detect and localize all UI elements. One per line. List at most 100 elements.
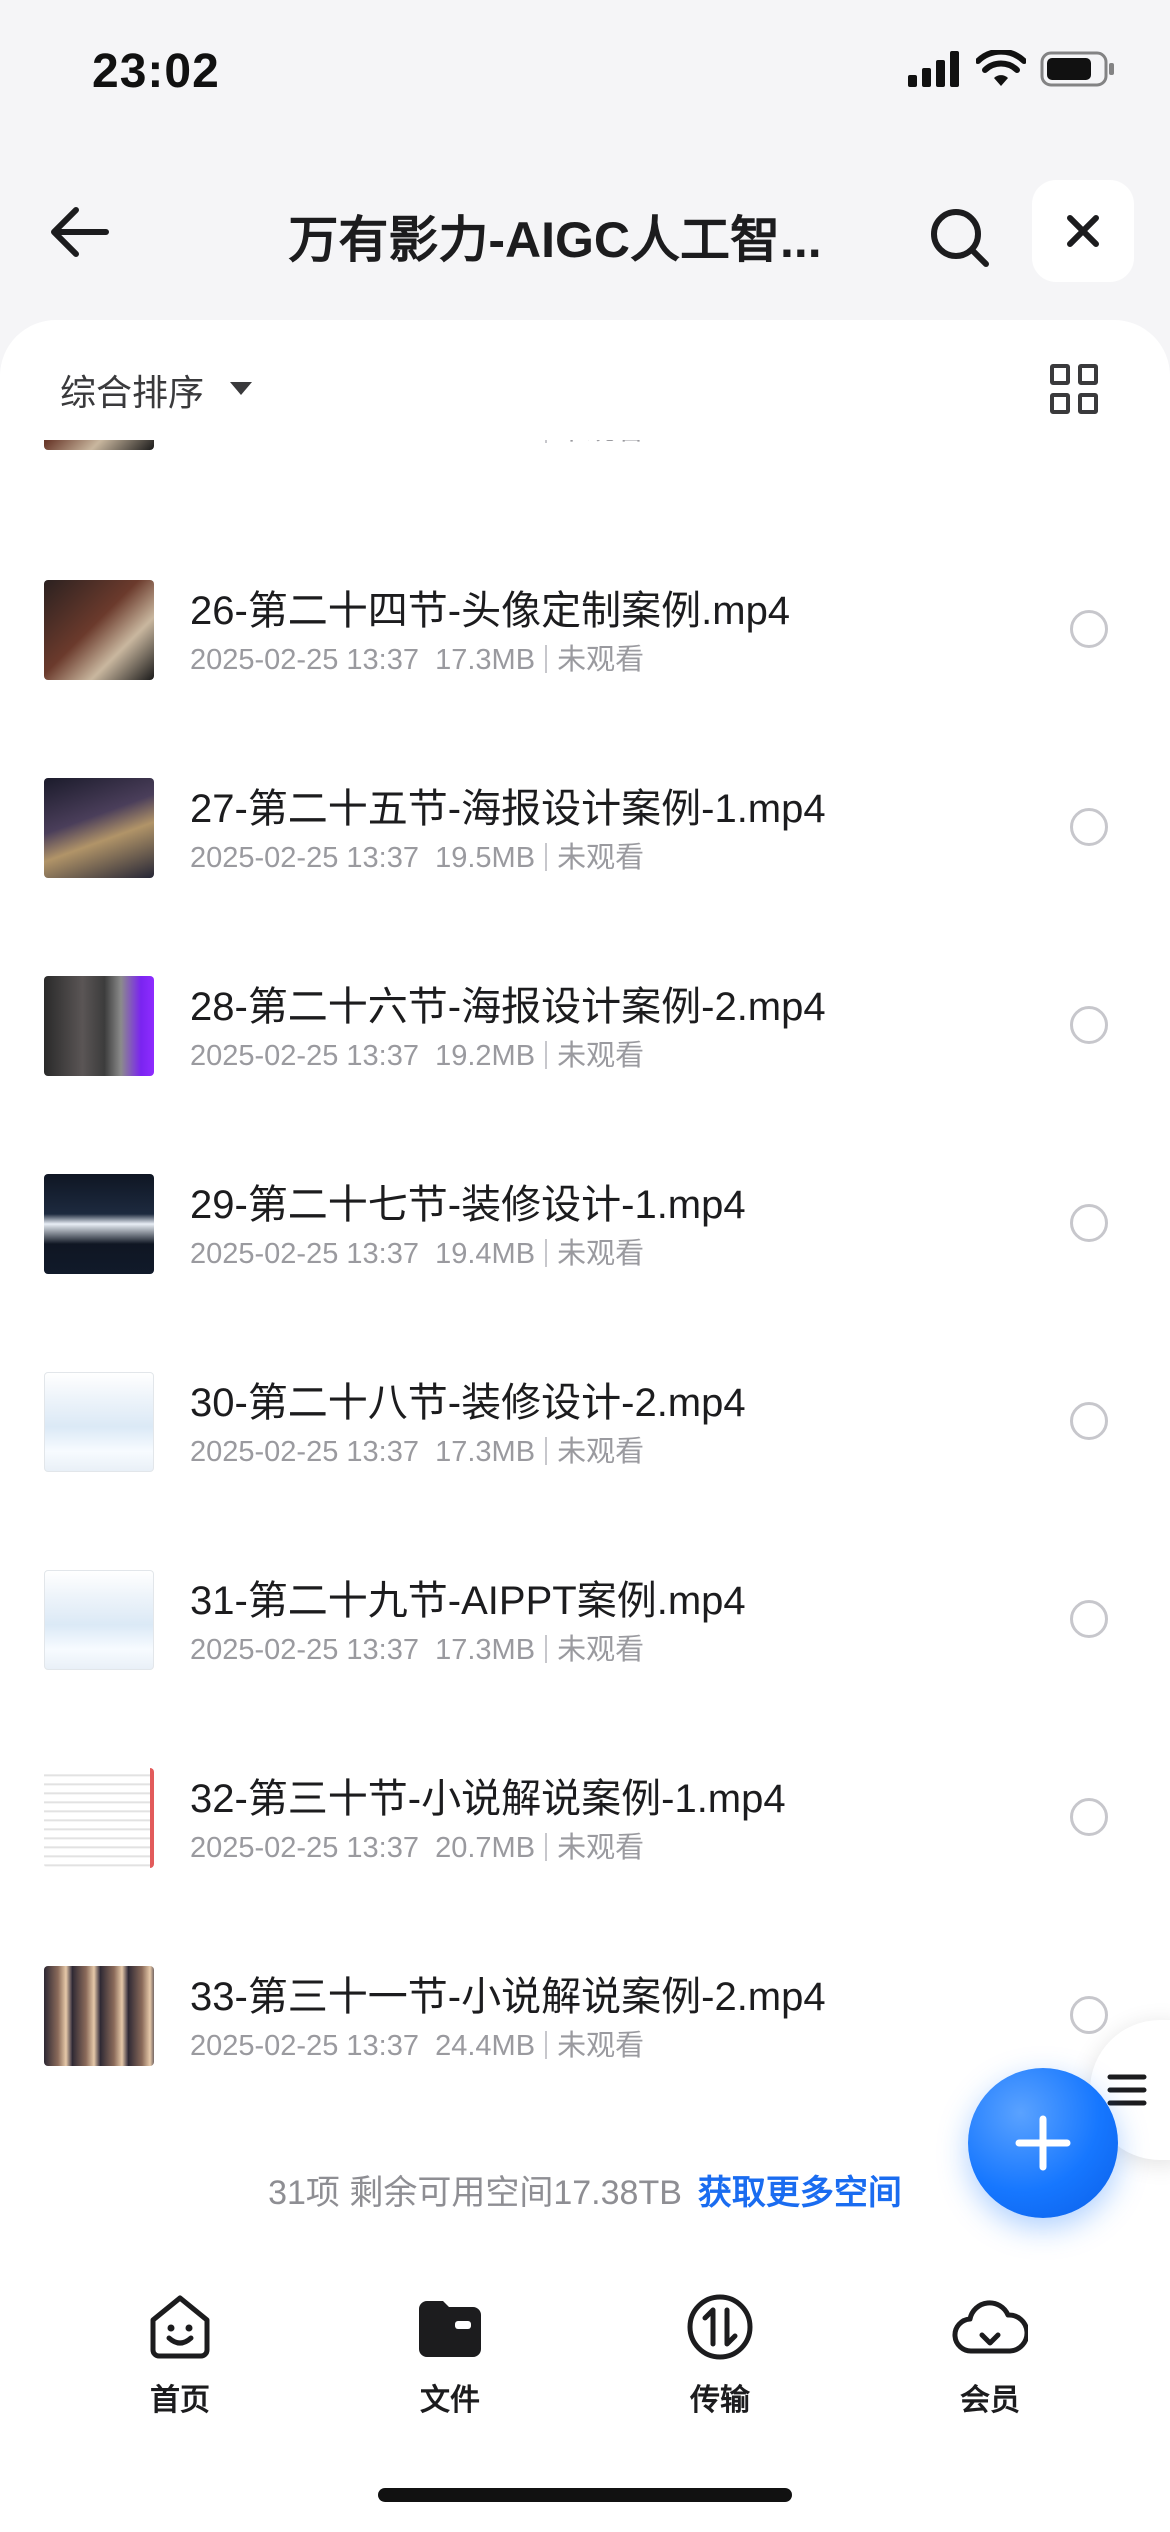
select-checkbox[interactable] xyxy=(1070,1798,1108,1836)
grid-view-icon[interactable] xyxy=(1050,364,1100,414)
status-bar: 23:02 xyxy=(0,0,1170,150)
back-button[interactable] xyxy=(44,196,116,268)
select-checkbox[interactable] xyxy=(1070,1006,1108,1044)
tab-membership[interactable]: 会员 xyxy=(890,2287,1090,2419)
select-checkbox[interactable] xyxy=(1070,808,1108,846)
back-arrow-icon xyxy=(51,207,109,257)
list-item[interactable]: 32-第三十节-小说解说案例-1.mp4 2025-02-25 13:37 20… xyxy=(0,1708,1170,1906)
video-thumbnail xyxy=(44,976,154,1076)
menu-lines-icon xyxy=(1107,2074,1147,2106)
tab-home[interactable]: 首页 xyxy=(80,2287,280,2419)
tab-label: 会员 xyxy=(960,2384,1020,2417)
tab-label: 文件 xyxy=(420,2384,480,2417)
list-item[interactable]: 27-第二十五节-海报设计案例-1.mp4 2025-02-25 13:37 1… xyxy=(0,718,1170,916)
get-more-space-link[interactable]: 获取更多空间 xyxy=(698,2174,902,2212)
folder-icon xyxy=(419,2301,481,2357)
file-date: 2025-02-25 13:37 xyxy=(190,1238,419,1270)
file-meta: 2025-02-25 13:37 19.2MB 未观看 xyxy=(190,1032,644,1074)
tab-label: 首页 xyxy=(150,2384,210,2417)
file-name: 33-第三十一节-小说解说案例-2.mp4 xyxy=(190,1975,826,2019)
video-thumbnail xyxy=(44,1174,154,1274)
search-icon xyxy=(931,209,989,267)
file-size: 17.3MB xyxy=(435,644,536,676)
file-name: 29-第二十七节-装修设计-1.mp4 xyxy=(190,1183,746,1227)
video-thumbnail xyxy=(44,1570,154,1670)
file-meta: 2025-02-25 13:37 17.3MB 未观看 xyxy=(190,1428,644,1470)
sort-bar: 综合排序 xyxy=(0,320,1170,440)
file-name: 27-第二十五节-海报设计案例-1.mp4 xyxy=(190,787,826,831)
file-name: 32-第三十节-小说解说案例-1.mp4 xyxy=(190,1777,786,1821)
select-checkbox[interactable] xyxy=(1070,1204,1108,1242)
file-meta: 2025-02-25 13:37 17.3MB 未观看 xyxy=(190,1626,644,1668)
status-icons xyxy=(908,50,1116,88)
cellular-signal-icon xyxy=(908,51,959,87)
file-meta: 2025-02-25 13:37 24.4MB 未观看 xyxy=(190,2022,644,2064)
file-name: 26-第二十四节-头像定制案例.mp4 xyxy=(190,589,791,633)
file-size: 19.2MB xyxy=(435,1040,536,1072)
video-thumbnail xyxy=(44,1372,154,1472)
watch-status: 未观看 xyxy=(557,842,645,874)
watch-status: 未观看 xyxy=(557,1238,645,1270)
file-meta: 2025-02-25 13:37 19.5MB 未观看 xyxy=(190,834,644,876)
select-checkbox[interactable] xyxy=(1070,1402,1108,1440)
add-button[interactable] xyxy=(968,2068,1118,2218)
video-thumbnail xyxy=(44,1966,154,2066)
tab-label: 传输 xyxy=(690,2384,750,2417)
file-name: 31-第二十九节-AIPPT案例.mp4 xyxy=(190,1579,746,1623)
status-time: 23:02 xyxy=(92,45,220,98)
list-item[interactable]: 33-第三十一节-小说解说案例-2.mp4 2025-02-25 13:37 2… xyxy=(0,1906,1170,2104)
chevron-down-icon[interactable] xyxy=(230,382,252,395)
file-size: 20.7MB xyxy=(435,1832,536,1864)
video-thumbnail xyxy=(44,580,154,680)
file-date: 2025-02-25 13:37 xyxy=(190,1634,419,1666)
search-button[interactable] xyxy=(920,198,1000,278)
home-face-icon xyxy=(150,2295,210,2359)
home-indicator[interactable] xyxy=(378,2488,792,2502)
close-icon xyxy=(1067,215,1099,247)
transfer-icon xyxy=(687,2294,753,2360)
file-date: 2025-02-25 13:37 xyxy=(190,644,419,676)
file-size: 17.3MB xyxy=(435,1634,536,1666)
watch-status: 未观看 xyxy=(557,1436,645,1468)
close-button[interactable] xyxy=(1032,180,1134,282)
page-title: 万有影力-AIGC人工智... xyxy=(288,212,822,268)
video-thumbnail xyxy=(44,1768,154,1868)
plus-icon xyxy=(1015,2115,1071,2171)
video-thumbnail xyxy=(44,778,154,878)
file-name: 30-第二十八节-装修设计-2.mp4 xyxy=(190,1381,746,1425)
watch-status: 未观看 xyxy=(557,1040,645,1072)
file-size: 19.5MB xyxy=(435,842,536,874)
watch-status: 未观看 xyxy=(557,1832,645,1864)
file-date: 2025-02-25 13:37 xyxy=(190,1832,419,1864)
battery-icon xyxy=(1040,51,1114,87)
file-meta: 2025-02-25 13:37 19.4MB 未观看 xyxy=(190,1230,644,1272)
select-checkbox[interactable] xyxy=(1070,1996,1108,2034)
list-item[interactable]: 26-第二十四节-头像定制案例.mp4 2025-02-25 13:37 17.… xyxy=(0,520,1170,718)
file-meta: 2025-02-25 13:37 17.3MB 未观看 xyxy=(190,636,644,678)
file-date: 2025-02-25 13:37 xyxy=(190,1040,419,1072)
storage-text: 31项 剩余可用空间17.38TB xyxy=(268,2174,682,2212)
file-size: 17.3MB xyxy=(435,1436,536,1468)
tab-files[interactable]: 文件 xyxy=(350,2287,550,2419)
watch-status: 未观看 xyxy=(557,2030,645,2062)
file-date: 2025-02-25 13:37 xyxy=(190,1436,419,1468)
file-date: 2025-02-25 13:37 xyxy=(190,842,419,874)
list-item[interactable]: 31-第二十九节-AIPPT案例.mp4 2025-02-25 13:37 17… xyxy=(0,1510,1170,1708)
file-name: 28-第二十六节-海报设计案例-2.mp4 xyxy=(190,985,826,1029)
file-size: 24.4MB xyxy=(435,2030,536,2062)
list-item[interactable]: 29-第二十七节-装修设计-1.mp4 2025-02-25 13:37 19.… xyxy=(0,1114,1170,1312)
file-meta: 2025-02-25 13:37 20.7MB 未观看 xyxy=(190,1824,644,1866)
cloud-icon xyxy=(952,2300,1028,2354)
file-size: 19.4MB xyxy=(435,1238,536,1270)
watch-status: 未观看 xyxy=(557,1634,645,1666)
select-checkbox[interactable] xyxy=(1070,610,1108,648)
sort-dropdown[interactable]: 综合排序 xyxy=(60,364,204,416)
watch-status: 未观看 xyxy=(557,644,645,676)
select-checkbox[interactable] xyxy=(1070,1600,1108,1638)
wifi-icon xyxy=(976,50,1026,86)
list-item[interactable]: 28-第二十六节-海报设计案例-2.mp4 2025-02-25 13:37 1… xyxy=(0,916,1170,1114)
list-item[interactable]: 30-第二十八节-装修设计-2.mp4 2025-02-25 13:37 17.… xyxy=(0,1312,1170,1510)
file-date: 2025-02-25 13:37 xyxy=(190,2030,419,2062)
tab-transfer[interactable]: 传输 xyxy=(620,2287,820,2419)
nav-header: 万有影力-AIGC人工智... xyxy=(0,170,1170,290)
